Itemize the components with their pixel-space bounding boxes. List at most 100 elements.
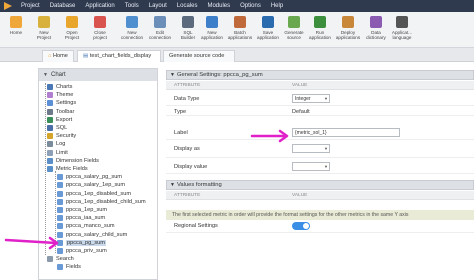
open-project-button[interactable]: Open Project bbox=[58, 14, 86, 41]
close-project-button[interactable]: Close project bbox=[86, 14, 114, 41]
new-project-icon bbox=[38, 16, 50, 28]
values-column-header: ATTRIBUTE VALUE bbox=[166, 191, 474, 200]
prop-name: Display value bbox=[174, 164, 208, 170]
tree-connector-line bbox=[55, 171, 56, 254]
tree-item-label: ppcca_pg_sum bbox=[66, 239, 106, 246]
data-type-select[interactable]: Integer ▼ bbox=[292, 94, 330, 103]
field-icon bbox=[57, 190, 63, 197]
toolbar-button-label: Deploy applications bbox=[335, 30, 361, 41]
menu-item-help[interactable]: Help bbox=[266, 0, 288, 12]
tree-item-ppcca-salary-pg-sum[interactable]: ppcca_salary_pg_sum bbox=[57, 173, 122, 181]
display-as-select[interactable]: ▼ bbox=[292, 144, 330, 153]
tree-item-ppcca-pg-sum[interactable]: ppcca_pg_sum bbox=[57, 239, 106, 247]
tab-generate-source-code[interactable]: Generate source code bbox=[163, 50, 235, 62]
new-connection-button[interactable]: New connection bbox=[118, 14, 146, 41]
batch-applications-button[interactable]: Batch applications bbox=[226, 14, 254, 41]
tree-item-log[interactable]: Log bbox=[47, 140, 65, 148]
generate-source-button[interactable]: Generate source bbox=[280, 14, 308, 41]
menu-item-options[interactable]: Options bbox=[235, 0, 266, 12]
new-application-button[interactable]: New application bbox=[198, 14, 226, 41]
collapse-caret-icon[interactable]: ▼ bbox=[43, 69, 48, 81]
tree-item-toolbar[interactable]: Toolbar bbox=[47, 108, 74, 116]
tree-item-ppcca-salary-child-sum[interactable]: ppcca_salary_child_sum bbox=[57, 231, 127, 239]
deploy-applications-button[interactable]: Deploy applications bbox=[334, 14, 362, 41]
label-input[interactable]: {metric_sol_1} bbox=[292, 128, 400, 137]
tree-item-export[interactable]: Export bbox=[47, 116, 72, 124]
new-connection-icon bbox=[126, 16, 138, 28]
tree-item-label: ppcca_manco_sum bbox=[66, 223, 115, 230]
tree-item-ppcca-manco-sum[interactable]: ppcca_manco_sum bbox=[57, 222, 115, 230]
limit-icon bbox=[47, 149, 53, 156]
tree-item-metric-fields[interactable]: Metric Fields bbox=[47, 165, 88, 173]
field-icon bbox=[57, 223, 63, 230]
data-dictionary-icon bbox=[370, 16, 382, 28]
home-button[interactable]: Home bbox=[2, 14, 30, 35]
data-dictionary-button[interactable]: Data dictionary bbox=[362, 14, 390, 41]
menu-item-layout[interactable]: Layout bbox=[144, 0, 172, 12]
run-application-icon bbox=[314, 16, 326, 28]
menu-item-application[interactable]: Application bbox=[80, 0, 119, 12]
dimension-fields-icon bbox=[47, 157, 53, 164]
save-application-icon bbox=[262, 16, 274, 28]
tree-item-ppcca-iaa-sum[interactable]: ppcca_iaa_sum bbox=[57, 214, 105, 222]
menu-item-tools[interactable]: Tools bbox=[120, 0, 144, 12]
tab-label: Home bbox=[52, 53, 68, 59]
menu-item-modules[interactable]: Modules bbox=[202, 0, 235, 12]
prop-row-type: Type Default bbox=[166, 106, 474, 116]
menu-item-database[interactable]: Database bbox=[45, 0, 81, 12]
prop-name: Type bbox=[174, 109, 187, 115]
regional-settings-toggle[interactable] bbox=[292, 222, 310, 230]
toolbar-button-label: New Project bbox=[36, 30, 52, 41]
value-column-label: VALUE bbox=[292, 193, 308, 198]
field-icon bbox=[57, 207, 63, 213]
tree-item-charts[interactable]: Charts bbox=[47, 83, 72, 91]
collapse-caret-icon[interactable]: ▼ bbox=[170, 71, 175, 80]
application-language-button[interactable]: Applicat... language bbox=[388, 14, 416, 41]
general-settings-header[interactable]: ▼ General Settings: ppcca_pg_sum bbox=[166, 70, 474, 80]
new-application-icon bbox=[206, 16, 218, 28]
general-column-header: ATTRIBUTE VALUE bbox=[166, 81, 474, 90]
sql-icon bbox=[47, 125, 53, 131]
toolbar-button-label: New connection bbox=[120, 30, 144, 41]
chart-tree-panel: ▼ Chart Charts Theme Settings Toolbar Export… bbox=[38, 68, 158, 280]
collapse-caret-icon[interactable]: ▼ bbox=[170, 181, 175, 190]
tree-item-fields[interactable]: Fields bbox=[57, 263, 81, 271]
tree-item-security[interactable]: Security bbox=[47, 132, 76, 140]
tab-home[interactable]: ⌂ Home bbox=[42, 50, 74, 62]
values-formatting-header[interactable]: ▼ Values formatting bbox=[166, 180, 474, 190]
tree-item-label: ppcca_1ep_disabled_child_sum bbox=[66, 198, 146, 205]
tree-item-dimension-fields[interactable]: Dimension Fields bbox=[47, 157, 99, 165]
new-project-button[interactable]: New Project bbox=[30, 14, 58, 41]
save-application-button[interactable]: Save application bbox=[254, 14, 282, 41]
tree-item-ppcca-1ep-sum[interactable]: ppcca_1ep_sum bbox=[57, 206, 107, 214]
tree-item-limit[interactable]: Limit bbox=[47, 149, 68, 157]
menu-item-project[interactable]: Project bbox=[16, 0, 45, 12]
tree-item-ppcca-1ep-disabled-child-sum[interactable]: ppcca_1ep_disabled_child_sum bbox=[57, 198, 146, 206]
theme-icon bbox=[47, 92, 53, 99]
prop-name: Label bbox=[174, 130, 188, 136]
field-icon bbox=[57, 231, 63, 238]
tree-item-search[interactable]: Search bbox=[47, 255, 74, 263]
prop-row-label: Label {metric_sol_1} bbox=[166, 126, 474, 140]
tab-test-chart-fields-display[interactable]: ▤ test_chart_fields_display bbox=[77, 50, 161, 62]
close-project-icon bbox=[94, 16, 106, 28]
toolbar-button-label: Edit connection bbox=[148, 30, 172, 41]
display-value-select[interactable]: ▼ bbox=[292, 162, 330, 171]
tree-item-label: Charts bbox=[56, 84, 73, 90]
edit-connection-button[interactable]: Edit connection bbox=[146, 14, 174, 41]
run-application-button[interactable]: Run application bbox=[306, 14, 334, 41]
tree-item-label: Log bbox=[56, 141, 66, 148]
tree-item-settings[interactable]: Settings bbox=[47, 99, 76, 107]
tree-item-sql[interactable]: SQL bbox=[47, 124, 67, 132]
tree-item-ppcca-priv-sum[interactable]: ppcca_priv_sum bbox=[57, 247, 107, 255]
prop-name: Regional Settings bbox=[174, 223, 218, 229]
menu-item-locales[interactable]: Locales bbox=[172, 0, 203, 12]
tree-item-theme[interactable]: Theme bbox=[47, 91, 73, 99]
tree-item-label: Theme bbox=[56, 92, 74, 99]
tree-item-label: Limit bbox=[56, 149, 68, 156]
tree-item-ppcca-1ep-disabled-sum[interactable]: ppcca_1ep_disabled_sum bbox=[57, 190, 131, 198]
chart-panel-header[interactable]: ▼ Chart bbox=[39, 69, 157, 81]
tree-item-ppcca-salary-1ep-sum[interactable]: ppcca_salary_1ep_sum bbox=[57, 181, 125, 189]
tree-item-label: ppcca_iaa_sum bbox=[66, 215, 106, 222]
select-value: Integer bbox=[295, 96, 311, 102]
